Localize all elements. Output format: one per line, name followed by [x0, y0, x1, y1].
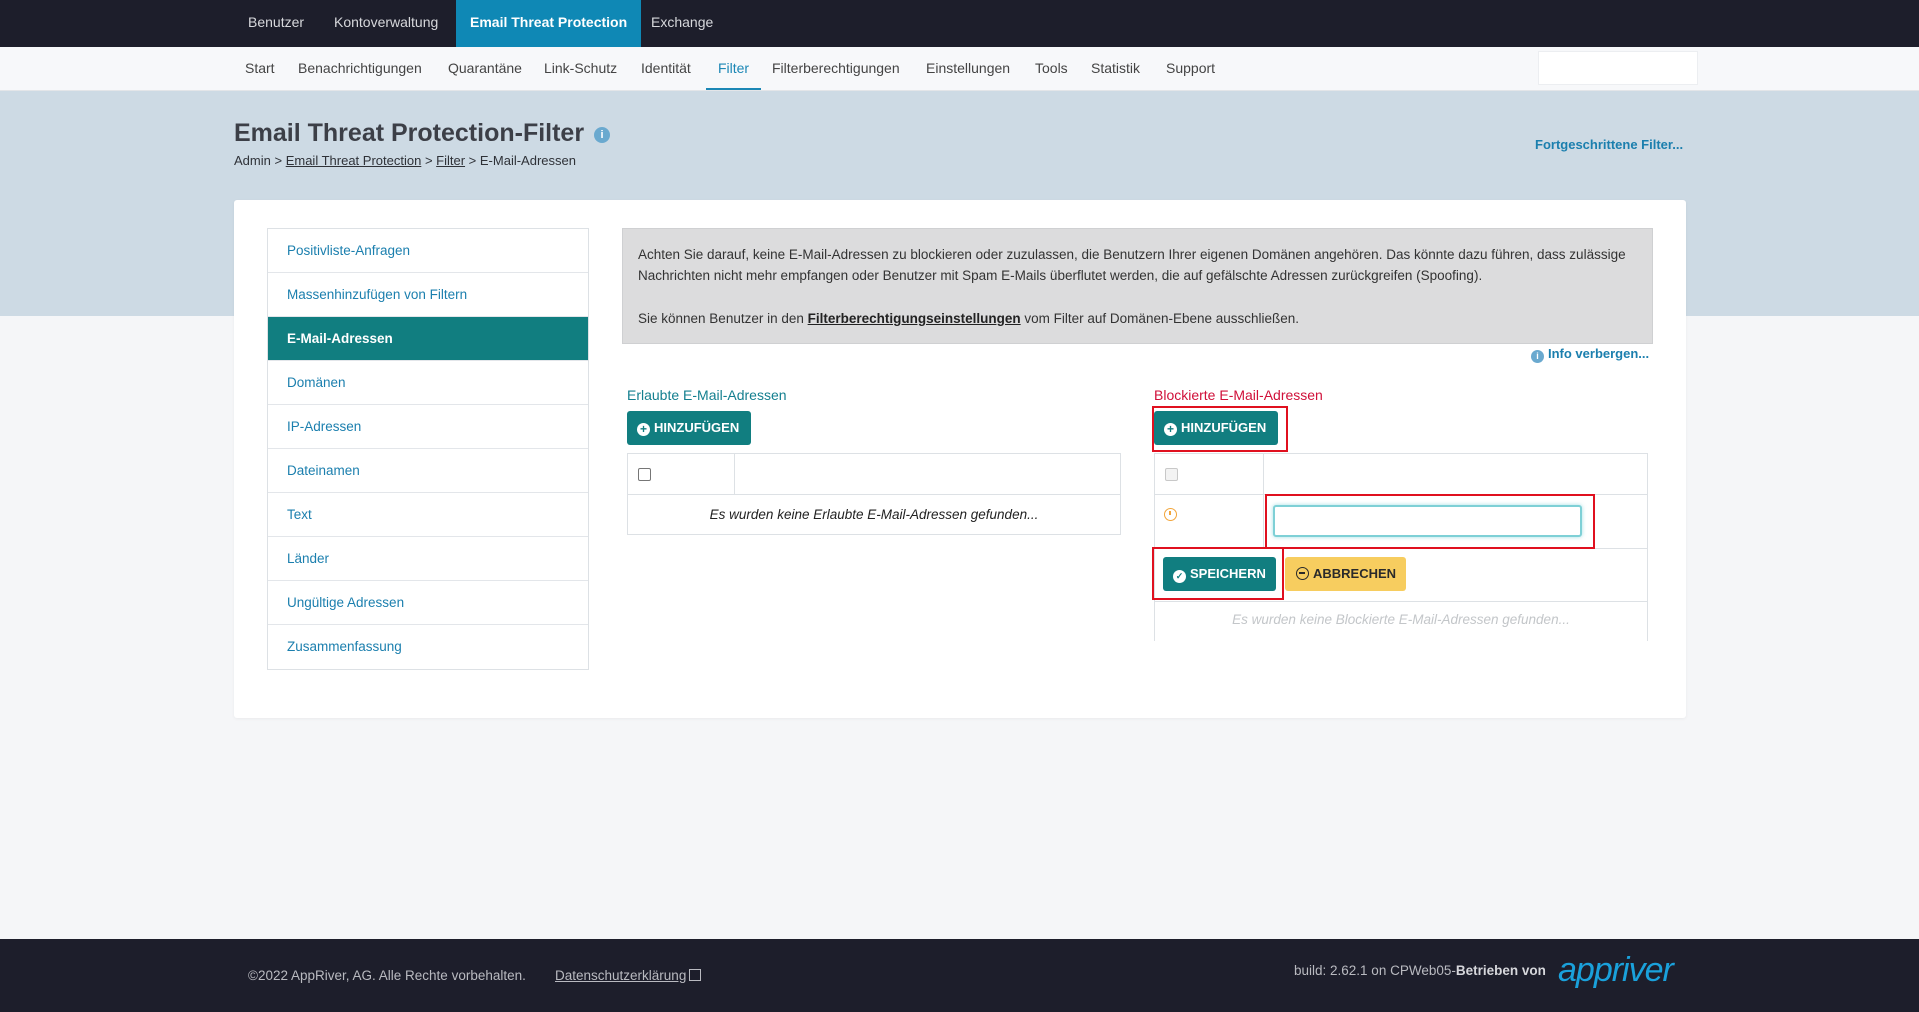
- blocked-email-input[interactable]: [1273, 505, 1582, 537]
- blocked-table: Es wurden keine Blockierte E-Mail-Adress…: [1154, 453, 1648, 641]
- sub-navigation: Start Benachrichtigungen Quarantäne Link…: [0, 47, 1919, 91]
- subnav-filterberechtigungen[interactable]: Filterberechtigungen: [772, 47, 900, 90]
- breadcrumb-separator: >: [424, 153, 433, 168]
- side-menu-item-ip-adressen[interactable]: IP-Adressen: [268, 405, 588, 449]
- blocked-table-header: [1155, 454, 1647, 495]
- blocked-select-all-checkbox[interactable]: [1165, 468, 1178, 481]
- breadcrumb-separator: >: [274, 153, 283, 168]
- hide-info-link[interactable]: i Info verbergen...: [1531, 346, 1649, 363]
- top-tab-benutzer[interactable]: Benutzer: [234, 0, 318, 47]
- cancel-button[interactable]: ABBRECHEN: [1285, 557, 1407, 591]
- top-navigation: Benutzer Kontoverwaltung Email Threat Pr…: [0, 0, 1919, 47]
- side-menu-item-text[interactable]: Text: [268, 493, 588, 537]
- breadcrumb-separator: >: [468, 153, 477, 168]
- notice-paragraph-2: Sie können Benutzer in den Filterberecht…: [638, 308, 1637, 329]
- allowed-table-header: [628, 454, 1120, 495]
- side-menu-item-ungueltige-adressen[interactable]: Ungültige Adressen: [268, 581, 588, 625]
- blocked-section-title: Blockierte E-Mail-Adressen: [1154, 387, 1323, 403]
- subnav-einstellungen[interactable]: Einstellungen: [926, 47, 1010, 90]
- breadcrumb: Admin > Email Threat Protection > Filter…: [234, 153, 576, 168]
- side-menu-item-zusammenfassung[interactable]: Zusammenfassung: [268, 625, 588, 669]
- breadcrumb-current: E-Mail-Adressen: [479, 153, 576, 168]
- subnav-search-box[interactable]: [1538, 51, 1698, 85]
- page-title: Email Threat Protection-Filter: [234, 119, 585, 147]
- allowed-table: Es wurden keine Erlaubte E-Mail-Adressen…: [627, 453, 1121, 535]
- privacy-link-label: Datenschutzerklärung: [555, 968, 687, 983]
- allowed-section-title: Erlaubte E-Mail-Adressen: [627, 387, 787, 403]
- side-menu-item-positivliste[interactable]: Positivliste-Anfragen: [268, 229, 588, 273]
- allowed-add-button[interactable]: + HINZUFÜGEN: [627, 411, 752, 445]
- warning-icon: [1164, 508, 1177, 521]
- side-menu-item-laender[interactable]: Länder: [268, 537, 588, 581]
- footer-build-info: build: 2.62.1 on CPWeb05-Betrieben von: [1294, 963, 1546, 978]
- subnav-tools[interactable]: Tools: [1035, 47, 1068, 90]
- appriver-logo[interactable]: appriver: [1558, 951, 1674, 990]
- allowed-empty-message: Es wurden keine Erlaubte E-Mail-Adressen…: [709, 507, 1039, 522]
- subnav-link-schutz[interactable]: Link-Schutz: [544, 47, 617, 90]
- filter-side-menu: Positivliste-Anfragen Massenhinzufügen v…: [267, 228, 589, 670]
- info-icon[interactable]: i: [594, 127, 610, 143]
- allowed-add-button-label: HINZUFÜGEN: [654, 420, 740, 435]
- side-menu-item-dateinamen[interactable]: Dateinamen: [268, 449, 588, 493]
- cancel-button-label: ABBRECHEN: [1313, 566, 1397, 581]
- build-text: build: 2.62.1 on CPWeb05-: [1294, 963, 1456, 978]
- notice-paragraph-1: Achten Sie darauf, keine E-Mail-Adressen…: [638, 247, 1626, 283]
- blocked-add-button-label: HINZUFÜGEN: [1181, 420, 1267, 435]
- top-tab-email-threat-protection[interactable]: Email Threat Protection: [456, 0, 642, 47]
- blocked-add-button[interactable]: + HINZUFÜGEN: [1154, 411, 1279, 445]
- cancel-circle-icon: [1296, 567, 1309, 580]
- info-icon: i: [1531, 350, 1544, 363]
- side-menu-item-email-adressen[interactable]: E-Mail-Adressen: [268, 317, 588, 361]
- save-button-label: SPEICHERN: [1190, 566, 1266, 581]
- top-tab-exchange[interactable]: Exchange: [637, 0, 727, 47]
- subnav-quarantaene[interactable]: Quarantäne: [448, 47, 522, 90]
- allowed-select-all-checkbox[interactable]: [638, 468, 651, 481]
- breadcrumb-email-threat-protection[interactable]: Email Threat Protection: [286, 153, 422, 168]
- notice-text-before: Sie können Benutzer in den: [638, 311, 808, 326]
- notice-text-after: vom Filter auf Domänen-Ebene ausschließe…: [1020, 311, 1300, 326]
- subnav-benachrichtigungen[interactable]: Benachrichtigungen: [298, 47, 422, 90]
- footer-copyright: ©2022 AppRiver, AG. Alle Rechte vorbehal…: [248, 968, 526, 983]
- advanced-filter-link[interactable]: Fortgeschrittene Filter...: [1535, 137, 1683, 152]
- privacy-link[interactable]: Datenschutzerklärung: [555, 968, 702, 983]
- plus-circle-icon: +: [637, 423, 650, 436]
- external-link-icon: [689, 969, 702, 981]
- breadcrumb-admin: Admin: [234, 153, 271, 168]
- footer: ©2022 AppRiver, AG. Alle Rechte vorbehal…: [0, 939, 1919, 1012]
- subnav-support[interactable]: Support: [1166, 47, 1215, 90]
- column-divider: [734, 454, 735, 495]
- plus-circle-icon: +: [1164, 423, 1177, 436]
- filter-permissions-link[interactable]: Filterberechtigungseinstellungen: [808, 311, 1021, 326]
- powered-by-label: Betrieben von: [1455, 963, 1546, 978]
- top-tab-kontoverwaltung[interactable]: Kontoverwaltung: [320, 0, 452, 47]
- side-menu-item-domaenen[interactable]: Domänen: [268, 361, 588, 405]
- hide-info-label: Info verbergen...: [1548, 346, 1650, 361]
- check-circle-icon: ✓: [1173, 570, 1186, 583]
- subnav-identitaet[interactable]: Identität: [641, 47, 691, 90]
- save-button[interactable]: ✓ SPEICHERN: [1163, 557, 1276, 591]
- breadcrumb-filter[interactable]: Filter: [436, 153, 465, 168]
- subnav-start[interactable]: Start: [245, 47, 275, 90]
- side-menu-item-massenhinzufuegen[interactable]: Massenhinzufügen von Filtern: [268, 273, 588, 317]
- warning-notice: Achten Sie darauf, keine E-Mail-Adressen…: [622, 228, 1653, 344]
- subnav-statistik[interactable]: Statistik: [1091, 47, 1140, 90]
- blocked-empty-message: Es wurden keine Blockierte E-Mail-Adress…: [1232, 612, 1570, 627]
- subnav-filter[interactable]: Filter: [706, 47, 761, 90]
